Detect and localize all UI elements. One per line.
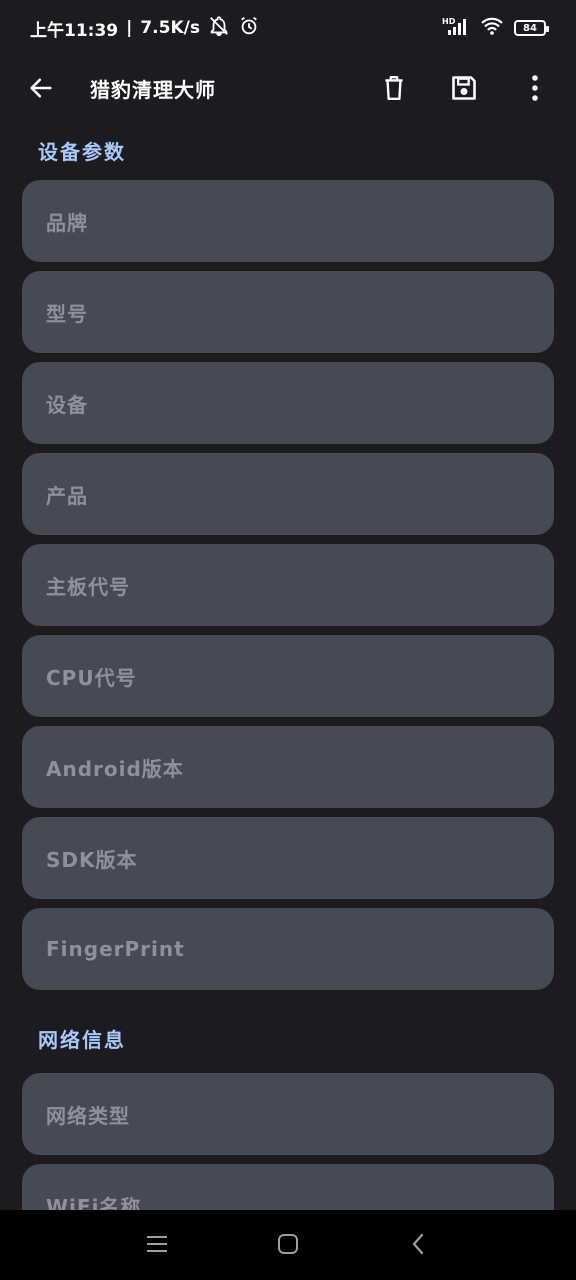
- save-icon: [450, 74, 478, 106]
- alarm-icon: [238, 15, 260, 42]
- page-title: 猎豹清理大师: [90, 78, 216, 102]
- field-fingerprint[interactable]: FingerPrint: [22, 908, 554, 990]
- field-android-version[interactable]: Android版本: [22, 726, 554, 808]
- home-button[interactable]: [268, 1226, 308, 1266]
- status-net-speed: 7.5K/s: [140, 18, 200, 38]
- field-network-type[interactable]: 网络类型: [22, 1073, 554, 1155]
- section-title-network: 网络信息: [38, 1028, 126, 1052]
- system-nav-bar: [0, 1210, 576, 1280]
- status-right: HD 84: [442, 16, 549, 40]
- nav-back-button[interactable]: [398, 1226, 438, 1266]
- content-scroll[interactable]: 设备参数 品牌 型号 设备 产品 主板代号 CPU代号 Android版本 SD…: [0, 124, 576, 1210]
- delete-button[interactable]: [370, 66, 418, 114]
- back-arrow-icon: [27, 74, 55, 106]
- status-bar: 上午11:39 | 7.5K/s HD 84: [0, 0, 576, 56]
- svg-text:HD: HD: [442, 17, 456, 26]
- delete-icon: [381, 74, 407, 106]
- home-icon: [277, 1233, 299, 1259]
- field-product[interactable]: 产品: [22, 453, 554, 535]
- section-title-device: 设备参数: [38, 140, 126, 164]
- field-brand[interactable]: 品牌: [22, 180, 554, 262]
- more-vert-icon: [531, 75, 539, 105]
- notifications-off-icon: [208, 15, 230, 42]
- wifi-icon: [480, 16, 504, 40]
- back-icon: [411, 1233, 425, 1259]
- field-board[interactable]: 主板代号: [22, 544, 554, 626]
- field-device[interactable]: 设备: [22, 362, 554, 444]
- field-sdk-version[interactable]: SDK版本: [22, 817, 554, 899]
- field-model[interactable]: 型号: [22, 271, 554, 353]
- battery-icon: 84: [514, 20, 549, 36]
- status-time: 上午11:39: [30, 20, 119, 41]
- field-cpu[interactable]: CPU代号: [22, 635, 554, 717]
- top-app-bar: 猎豹清理大师: [0, 56, 576, 124]
- recents-button[interactable]: [137, 1226, 177, 1266]
- status-left: 上午11:39 | 7.5K/s: [30, 15, 260, 42]
- menu-icon: [146, 1235, 168, 1257]
- back-button[interactable]: [17, 66, 65, 114]
- more-options-button[interactable]: [511, 66, 559, 114]
- status-separator: |: [126, 18, 133, 38]
- save-button[interactable]: [440, 66, 488, 114]
- hd-signal-icon: HD: [442, 16, 470, 40]
- battery-level: 84: [523, 22, 537, 34]
- field-wifi-name[interactable]: WiFi名称: [22, 1164, 554, 1210]
